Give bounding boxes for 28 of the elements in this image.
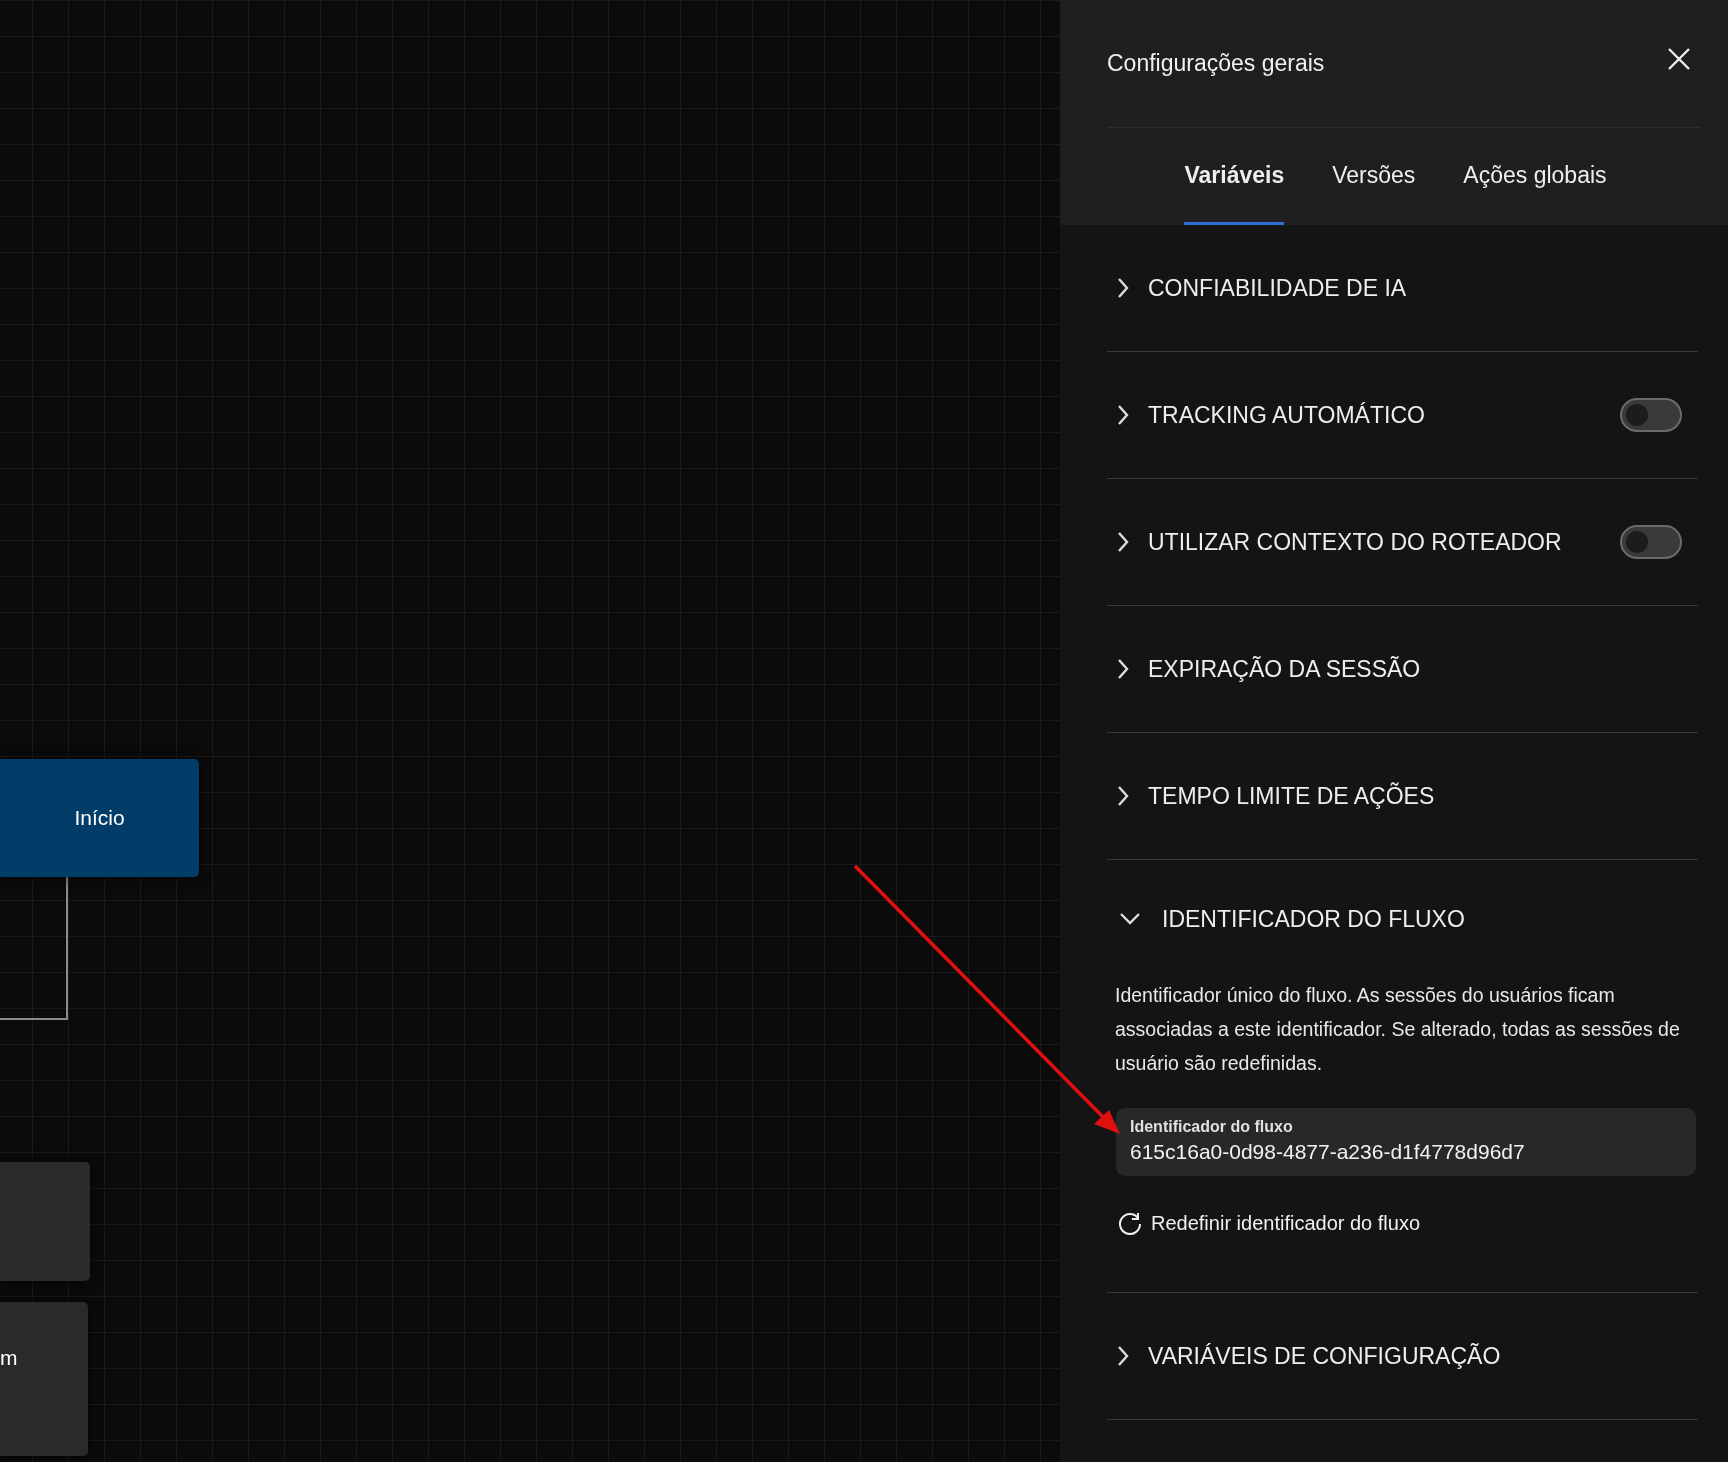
section-title: EXPIRAÇÃO DA SESSÃO [1148, 655, 1422, 683]
refresh-icon [1117, 1210, 1143, 1236]
section-header[interactable]: TRACKING AUTOMÁTICO [1107, 352, 1698, 478]
toggle-switch[interactable] [1620, 398, 1682, 432]
section-title: CONFIABILIDADE DE IA [1148, 274, 1408, 302]
section-title: IDENTIFICADOR DO FLUXO [1162, 905, 1466, 933]
flow-node[interactable]: m [0, 1302, 88, 1456]
tab[interactable]: Ações globais [1463, 128, 1607, 225]
section-title: TEMPO LIMITE DE AÇÕES [1148, 782, 1436, 810]
tab[interactable]: Versões [1332, 128, 1416, 225]
section-header[interactable]: UTILIZAR CONTEXTO DO ROTEADOR [1107, 479, 1698, 605]
section-header[interactable]: TEMPO LIMITE DE AÇÕES [1107, 733, 1698, 859]
section-header[interactable]: EXPIRAÇÃO DA SESSÃO [1107, 606, 1698, 732]
flow-node[interactable] [0, 1162, 90, 1281]
section-title: VARIÁVEIS DE CONFIGURAÇÃO [1148, 1342, 1502, 1370]
reset-link[interactable]: Redefinir identificador do fluxo [1115, 1210, 1421, 1236]
start-node[interactable]: Início [0, 759, 199, 877]
section-header[interactable]: VARIÁVEIS DE CONFIGURAÇÃO [1107, 1293, 1698, 1419]
section-header[interactable]: CONFIABILIDADE DE IA [1107, 225, 1698, 351]
section-header[interactable]: IDENTIFICADOR DO FLUXO [1107, 860, 1698, 978]
close-icon[interactable] [1666, 45, 1692, 72]
section-description: Identificador único do fluxo. As sessões do usuários ficam associadas a este identificador. Se alterado, todas as sessões de usuário são redefinidas. [1115, 983, 1681, 1076]
tab[interactable]: Variáveis [1184, 128, 1285, 225]
input-field[interactable]: Identificador do fluxo 615c16a0-0d98-4877-a236-d1f4778d96d7 [1116, 1108, 1696, 1176]
section-title: TRACKING AUTOMÁTICO [1148, 401, 1426, 429]
panel-title: Configurações gerais [1107, 50, 1325, 77]
section-title: UTILIZAR CONTEXTO DO ROTEADOR [1148, 528, 1563, 556]
toggle-switch[interactable] [1620, 525, 1682, 559]
